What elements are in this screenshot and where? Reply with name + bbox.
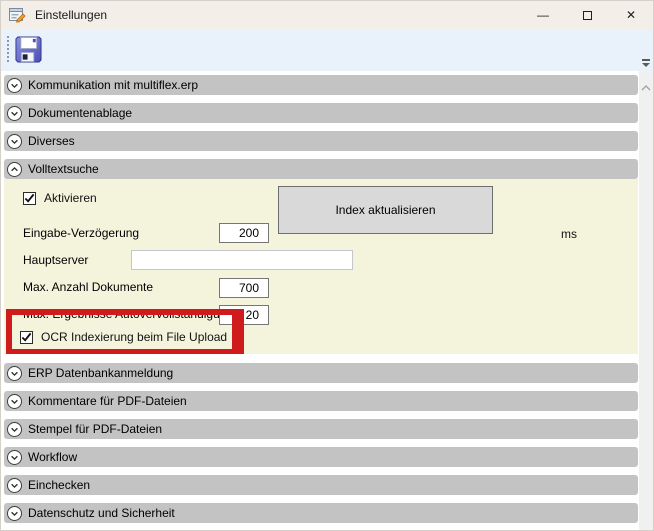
chevron-down-icon (7, 450, 22, 465)
floppy-disk-icon (15, 51, 42, 66)
section-label: Volltextsuche (28, 162, 99, 176)
chevron-down-icon (7, 106, 22, 121)
max-anzahl-dokumente-input[interactable] (219, 278, 269, 298)
titlebar: Einstellungen — ✕ (1, 1, 653, 29)
ocr-indexierung-checkbox[interactable]: OCR Indexierung beim File Upload (20, 330, 227, 344)
ocr-indexierung-label: OCR Indexierung beim File Upload (41, 330, 227, 344)
save-button[interactable] (13, 35, 43, 65)
section-header-dokumentenablage[interactable]: Dokumentenablage (4, 103, 638, 123)
chevron-down-icon (7, 506, 22, 521)
chevron-down-icon (7, 78, 22, 93)
checkbox-checked-icon (23, 192, 36, 205)
vertical-scrollbar[interactable] (639, 71, 653, 530)
window-controls: — ✕ (521, 1, 653, 29)
chevron-down-icon (7, 134, 22, 149)
checkbox-checked-icon (20, 331, 33, 344)
toolbar (1, 29, 653, 71)
toolbar-grip-handle[interactable] (7, 36, 9, 64)
ms-unit-label: ms (561, 227, 577, 241)
chevron-up-icon (7, 162, 22, 177)
section-label: Dokumentenablage (28, 106, 132, 120)
section-header-workflow[interactable]: Workflow (4, 447, 638, 467)
maximize-button[interactable] (565, 1, 609, 29)
eingabe-verzoegerung-label: Eingabe-Verzögerung (23, 226, 139, 240)
section-label: ERP Datenbankanmeldung (28, 366, 173, 380)
window-title: Einstellungen (35, 8, 107, 22)
section-label: Diverses (28, 134, 75, 148)
section-header-kommentare-pdf[interactable]: Kommentare für PDF-Dateien (4, 391, 638, 411)
max-ergebnisse-label: Max. Ergebnisse Autovervollständigu (23, 307, 220, 321)
chevron-down-icon (7, 394, 22, 409)
hauptserver-label: Hauptserver (23, 253, 88, 267)
hauptserver-input[interactable] (131, 250, 353, 270)
close-button[interactable]: ✕ (609, 1, 653, 29)
section-label: Stempel für PDF-Dateien (28, 422, 162, 436)
maximize-icon (583, 11, 592, 20)
section-header-einchecken[interactable]: Einchecken (4, 475, 638, 495)
section-header-stempel-pdf[interactable]: Stempel für PDF-Dateien (4, 419, 638, 439)
eingabe-verzoegerung-input[interactable] (219, 223, 269, 243)
toolbar-overflow-icon[interactable] (641, 59, 651, 67)
section-label: Datenschutz und Sicherheit (28, 506, 175, 520)
max-anzahl-dokumente-label: Max. Anzahl Dokumente (23, 280, 153, 294)
chevron-down-icon (7, 478, 22, 493)
einstellungen-window: Einstellungen — ✕ (0, 0, 654, 531)
section-header-datenschutz[interactable]: Datenschutz und Sicherheit (4, 503, 638, 523)
section-label: Workflow (28, 450, 77, 464)
index-aktualisieren-button[interactable]: Index aktualisieren (278, 186, 493, 234)
settings-form-icon (9, 7, 26, 23)
section-label: Kommentare für PDF-Dateien (28, 394, 187, 408)
chevron-down-icon (7, 422, 22, 437)
section-header-diverses[interactable]: Diverses (4, 131, 638, 151)
aktivieren-label: Aktivieren (44, 191, 97, 205)
section-header-kommunikation[interactable]: Kommunikation mit multiflex.erp (4, 75, 638, 95)
section-header-volltextsuche[interactable]: Volltextsuche (4, 159, 638, 179)
section-label: Einchecken (28, 478, 90, 492)
volltextsuche-panel: Aktivieren Index aktualisieren Eingabe-V… (4, 179, 638, 354)
chevron-down-icon (7, 366, 22, 381)
max-ergebnisse-input[interactable] (219, 305, 269, 325)
aktivieren-checkbox[interactable]: Aktivieren (23, 191, 97, 205)
section-label: Kommunikation mit multiflex.erp (28, 78, 198, 92)
scroll-up-icon[interactable] (641, 80, 651, 94)
section-header-erp-datenbankanmeldung[interactable]: ERP Datenbankanmeldung (4, 363, 638, 383)
minimize-button[interactable]: — (521, 1, 565, 29)
